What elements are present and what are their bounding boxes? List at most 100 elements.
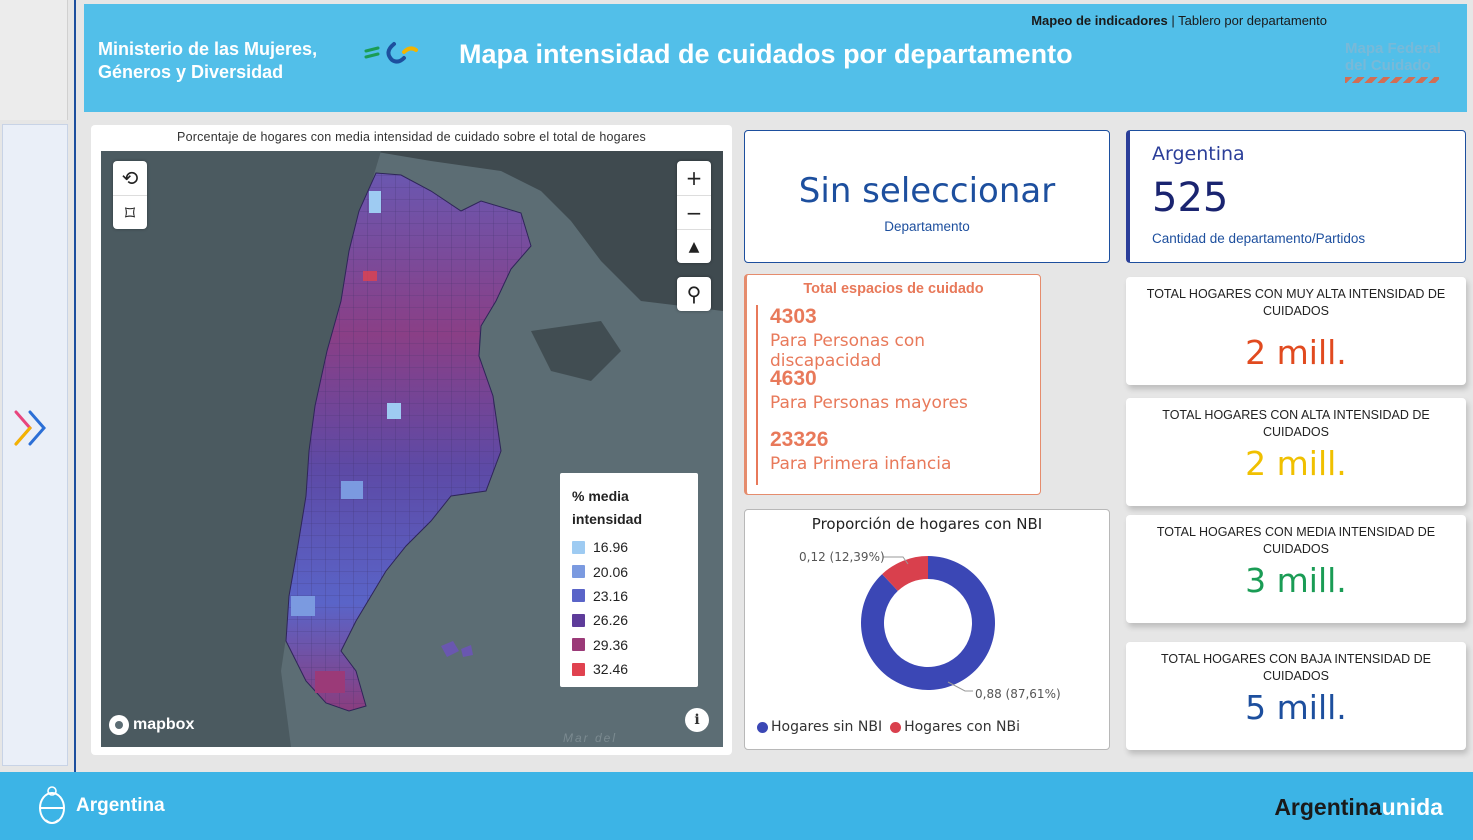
footer-left: Argentina: [36, 784, 165, 828]
footer-country-label: Argentina: [76, 795, 165, 816]
compass-button[interactable]: ▲: [677, 229, 711, 263]
fed-logo-stripes: [1345, 77, 1439, 83]
kpi-card-low: TOTAL HOGARES CON BAJA INTENSIDAD DE CUI…: [1126, 642, 1466, 750]
legend-swatch: [572, 565, 585, 579]
sea-label: Mar del: [563, 731, 618, 745]
care-spaces-accent-bar: [756, 305, 758, 485]
search-location-button[interactable]: ⚲: [677, 277, 711, 311]
legend-swatch: [572, 662, 585, 676]
argentina-unida-logo: Argentinaunida: [1274, 794, 1443, 821]
legend-title-line-1: % media: [572, 488, 629, 504]
legend-item: 32.46: [572, 657, 686, 681]
rail-top: [0, 0, 68, 120]
legend-item-con-nbi[interactable]: Hogares con NBi: [890, 719, 1020, 735]
kpi-card-medium: TOTAL HOGARES CON MEDIA INTENSIDAD DE CU…: [1126, 515, 1466, 623]
lasso-select-button[interactable]: ⟲: [113, 161, 147, 195]
kpi-value: 5 mill.: [1245, 688, 1347, 727]
donut-label-con-nbi: 0,12 (12,39%): [799, 550, 885, 564]
info-icon[interactable]: i: [685, 708, 709, 732]
legend-dot: [890, 721, 902, 733]
legend-label: Hogares sin NBI: [771, 719, 883, 735]
nbi-legend: Hogares sin NBI Hogares con NBi: [757, 719, 1020, 735]
legend-title-line-2: intensidad: [572, 511, 643, 527]
zoom-out-button[interactable]: −: [677, 195, 711, 229]
care-space-item: 4303 Para Personas con discapacidad: [770, 305, 1040, 371]
care-space-label: Para Primera infancia: [770, 454, 952, 474]
fed-logo-line-1: Mapa Federal: [1345, 40, 1441, 57]
legend-item: 23.16: [572, 584, 686, 608]
legend-swatch: [572, 613, 585, 627]
coat-of-arms-icon: [39, 786, 65, 824]
mapbox-logo[interactable]: mapbox: [109, 715, 194, 735]
breadcrumb-separator: |: [1167, 13, 1179, 28]
kpi-value: 3 mill.: [1245, 561, 1347, 600]
legend-label: 20.06: [593, 563, 629, 580]
legend-title: % media intensidad: [572, 485, 686, 531]
kpi-value: 2 mill.: [1245, 333, 1347, 372]
highlight-dept: [363, 271, 377, 281]
box-select-button[interactable]: ⌑: [113, 195, 147, 229]
header-banner: Ministerio de las Mujeres, Géneros y Div…: [84, 4, 1467, 112]
mapbox-icon: [109, 715, 129, 735]
zoom-in-button[interactable]: +: [677, 161, 711, 195]
kpi-card-high: TOTAL HOGARES CON ALTA INTENSIDAD DE CUI…: [1126, 398, 1466, 506]
choropleth-map[interactable]: ⟲ ⌑ + − ▲ ⚲ % media intensidad 16.96 20.…: [101, 151, 723, 747]
donut-label-sin-nbi: 0,88 (87,61%): [975, 687, 1061, 701]
department-count-value: 525: [1152, 175, 1229, 221]
ministry-name: Ministerio de las Mujeres, Géneros y Div…: [98, 38, 317, 84]
legend-item: 16.96: [572, 535, 686, 559]
legend-item-sin-nbi[interactable]: Hogares sin NBI: [757, 719, 882, 735]
left-rail: [0, 0, 76, 772]
care-spaces-title: Total espacios de cuidado: [803, 281, 984, 297]
legend-label: 16.96: [593, 539, 629, 556]
kpi-card-very-high: TOTAL HOGARES CON MUY ALTA INTENSIDAD DE…: [1126, 277, 1466, 385]
kpi-title: TOTAL HOGARES CON MUY ALTA INTENSIDAD DE…: [1146, 287, 1446, 318]
map-legend: % media intensidad 16.96 20.06 23.16 26.…: [560, 473, 698, 687]
nbi-donut-card: Proporción de hogares con NBI 0,12 (12,3…: [744, 509, 1110, 750]
selected-department-label: Departamento: [884, 219, 970, 234]
ministry-line-1: Ministerio de las Mujeres,: [98, 39, 318, 59]
kpi-value: 2 mill.: [1245, 444, 1347, 483]
ministry-line-2: Géneros y Diversidad: [98, 62, 284, 82]
legend-swatch: [572, 638, 585, 652]
care-space-value: 4303: [770, 305, 817, 328]
department-count-label: Cantidad de departamento/Partidos: [1152, 231, 1366, 246]
highlight-dept: [291, 596, 315, 616]
legend-item: 29.36: [572, 633, 686, 657]
legend-label: 26.26: [593, 612, 629, 629]
care-space-label: Para Personas mayores: [770, 393, 968, 413]
fed-logo-line-2: del Cuidado: [1345, 57, 1431, 74]
legend-label: 23.16: [593, 587, 629, 604]
breadcrumb: Mapeo de indicadores | Tablero por depar…: [1031, 13, 1327, 28]
care-spaces-card: Total espacios de cuidado 4303 Para Pers…: [744, 274, 1041, 495]
mapa-federal-logo: Mapa Federal del Cuidado: [1345, 40, 1455, 88]
department-selection-card: Sin seleccionar Departamento: [744, 130, 1110, 263]
care-space-value: 4630: [770, 367, 817, 390]
care-space-label: Para Personas con discapacidad: [770, 331, 926, 371]
page-title: Mapa intensidad de cuidados por departam…: [459, 39, 1073, 69]
highlight-dept: [341, 481, 363, 499]
logo-word-argentina: Argentina: [1274, 794, 1382, 820]
kpi-title: TOTAL HOGARES CON ALTA INTENSIDAD DE CUI…: [1162, 408, 1430, 439]
care-space-value: 23326: [770, 428, 829, 451]
highlight-dept: [315, 671, 345, 693]
map-select-tools: ⟲ ⌑: [113, 161, 147, 229]
highlight-dept: [369, 191, 381, 213]
footer-banner: Argentina Argentinaunida: [0, 772, 1473, 840]
breadcrumb-page: Tablero por departamento: [1178, 13, 1327, 28]
map-zoom-controls: + − ▲: [677, 161, 711, 263]
legend-swatch: [572, 589, 585, 603]
expand-pane-icon[interactable]: [10, 404, 58, 452]
care-space-item: 4630 Para Personas mayores: [770, 367, 968, 413]
legend-swatch: [572, 540, 585, 554]
legend-label: 29.36: [593, 636, 629, 653]
rail-divider: [74, 0, 76, 772]
ministry-logo-icon: [364, 42, 418, 64]
map-search-control: ⚲: [677, 277, 711, 311]
breadcrumb-section: Mapeo de indicadores: [1031, 13, 1168, 28]
map-title: Porcentaje de hogares con media intensid…: [177, 130, 646, 144]
uruguay-land: [531, 321, 621, 381]
care-space-item: 23326 Para Primera infancia: [770, 428, 951, 474]
legend-item: 20.06: [572, 559, 686, 583]
nbi-donut-chart[interactable]: 0,12 (12,39%) 0,88 (87,61%): [745, 510, 1111, 751]
